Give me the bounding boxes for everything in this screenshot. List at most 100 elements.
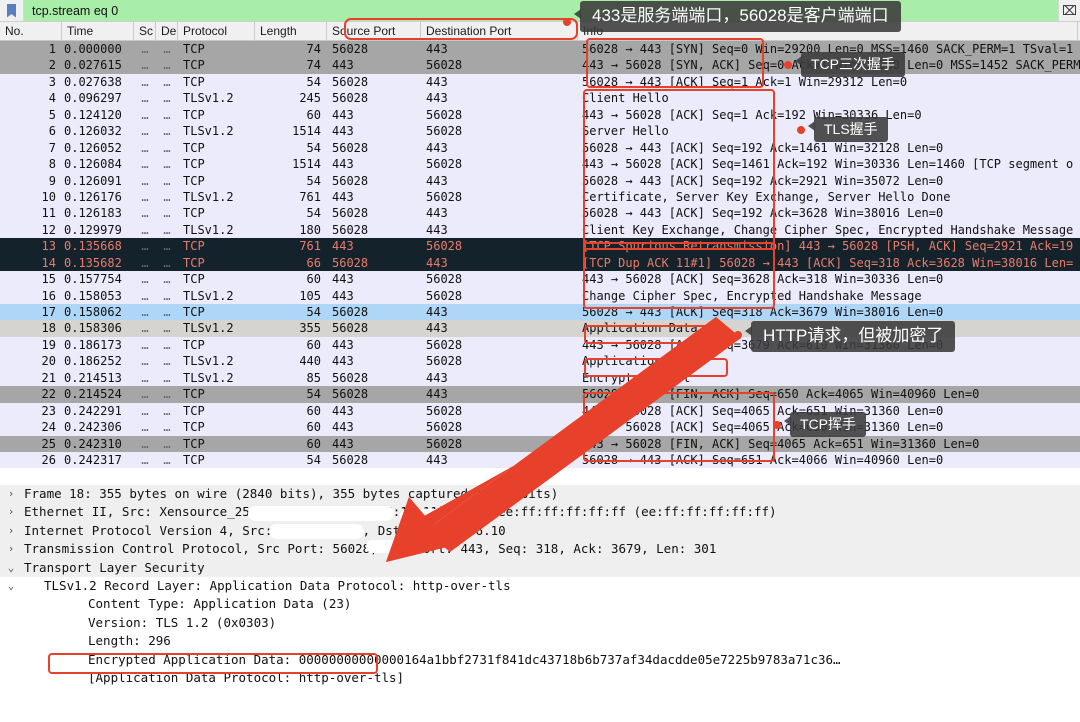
detail-tree-item[interactable]: › Frame 18: 355 bytes on wire (2840 bits)…	[0, 485, 1080, 504]
detail-tree-item[interactable]: Content Type: Application Data (23)	[0, 595, 1080, 613]
chevron-right-icon[interactable]: ›	[0, 540, 22, 558]
table-row[interactable]: 1 0.000000…… TCP 74 56028 443 56028 → 443 [SYN…	[0, 41, 1080, 58]
detail-tree-item[interactable]: [Application Data Protocol: http-over-tl…	[0, 669, 1080, 687]
detail-tree-item[interactable]: ⌄ TLSv1.2 Record Layer: Application Data …	[0, 577, 1080, 595]
packet-source-port: 56028	[332, 74, 369, 89]
detail-tree-label: Ethernet II, Src: Xensource_25:1f:11 (4a…	[24, 504, 777, 520]
packet-length: 85	[306, 370, 321, 385]
callout-ports-note: 433是服务端端口，56028是客户端端口	[580, 1, 901, 32]
column-header-time[interactable]: Time	[62, 22, 134, 41]
detail-tree-item[interactable]: Version: TLS 1.2 (0x0303)	[0, 614, 1080, 632]
table-row[interactable]: 2 0.027615…… TCP 74 443 56028 443 → 56028 [SYN…	[0, 57, 1080, 74]
chevron-right-icon[interactable]: ›	[0, 503, 22, 521]
table-row[interactable]: 21 0.214513 … … TLSv1.2 85 56028 443 Encrypted A…	[0, 369, 1080, 387]
packet-info: 56028 → 443 [ACK] Seq=192 Ack=3628 Win=3…	[582, 206, 944, 221]
column-header-source-port[interactable]: Source Port	[327, 22, 421, 41]
packet-source-port: 443	[332, 189, 354, 204]
packet-destination: …	[163, 222, 171, 237]
packet-details-pane[interactable]: › Frame 18: 355 bytes on wire (2840 bits)…	[0, 482, 1080, 722]
table-row[interactable]: 26 0.242317 … … TCP 54 56028 443 56028 → 443 [AC…	[0, 451, 1080, 469]
packet-time: 0.000000	[64, 42, 122, 56]
chevron-right-icon[interactable]: ›	[0, 485, 22, 503]
table-row[interactable]: 20 0.186252 … … TLSv1.2 440 443 56028 Applicatio…	[0, 353, 1080, 370]
packet-info: Client Hello	[582, 91, 669, 106]
detail-tree-item[interactable]: ⌄ Transport Layer Security	[0, 558, 1080, 577]
packet-source-port: 56028	[332, 91, 369, 106]
packet-time: 0.157754	[64, 272, 122, 287]
packet-protocol: TCP	[183, 452, 205, 467]
table-row[interactable]: 25 0.242310 … … TCP 60 443 56028 443 → 56028 [FI…	[0, 435, 1080, 452]
packet-source-port: 443	[332, 124, 354, 139]
column-header-no[interactable]: No.	[0, 22, 62, 41]
redaction-mask	[366, 540, 414, 553]
table-row[interactable]: 6 0.126032…… TLSv1.2 1514 443 56028 Server Hel…	[0, 123, 1080, 140]
table-row[interactable]: 22 0.214524 … … TCP 54 56028 443 56028 → 443 [FI…	[0, 386, 1080, 403]
packet-protocol: TCP	[183, 58, 205, 73]
packet-time: 0.186173	[64, 337, 122, 352]
table-row[interactable]: 23 0.242291…… TCP 60 443 56028 443 → 56028 [AC…	[0, 402, 1080, 420]
filter-bookmark-button[interactable]	[0, 0, 24, 21]
packet-time: 0.027638	[64, 74, 122, 89]
table-row[interactable]: 13 0.135668 … … TCP 761 443 56028 [TCP Spurious …	[0, 238, 1080, 255]
column-header-length[interactable]: Length	[255, 22, 327, 41]
column-header-destination[interactable]: De	[156, 22, 178, 41]
table-row[interactable]: 14 0.135682 … … TCP 66 56028 443 [TCP Dup ACK 11…	[0, 254, 1080, 272]
packet-destination-port: 443	[426, 206, 448, 221]
table-row[interactable]: 9 0.126091 … … TCP 54 56028 443 56028 → 443 [ACK…	[0, 172, 1080, 189]
packet-protocol: TCP	[183, 173, 205, 188]
packet-protocol: TLSv1.2	[183, 288, 234, 303]
table-row[interactable]: 12 0.129979 … … TLSv1.2 180 56028 443 Client Key…	[0, 221, 1080, 239]
table-row[interactable]: 24 0.242306…… TCP 60 443 56028 443 → 56028 [AC…	[0, 419, 1080, 436]
chevron-right-icon[interactable]: ›	[0, 522, 22, 540]
table-row[interactable]: 5 0.124120…… TCP 60 443 56028 443 → 56028 [ACK…	[0, 106, 1080, 124]
packet-length: 60	[306, 436, 321, 451]
close-icon[interactable]: ⌧	[1058, 0, 1080, 21]
packet-destination-port: 56028	[426, 157, 463, 172]
column-header-source[interactable]: Sc	[134, 22, 156, 41]
detail-tree-item[interactable]: Length: 296	[0, 632, 1080, 650]
packet-info: Encrypted Alert	[582, 370, 691, 385]
packet-time: 0.242306	[64, 420, 122, 435]
packet-destination-port: 56028	[426, 337, 463, 352]
detail-tree-label: Frame 18: 355 bytes on wire (2840 bits),…	[24, 486, 559, 501]
table-row[interactable]: 8 0.126084 … … TCP 1514 443 56028 443 → 56028 [A…	[0, 156, 1080, 173]
packet-list[interactable]: No. Time Sc De Protocol Length Source Po…	[0, 22, 1080, 480]
table-row[interactable]: 3 0.027638…… TCP 54 56028 443 56028 → 443 [ACK…	[0, 73, 1080, 91]
packet-no: 11	[41, 206, 56, 221]
table-row[interactable]: 11 0.126183 … … TCP 54 56028 443 56028 → 443 [AC…	[0, 205, 1080, 222]
detail-tree-item[interactable]: ›Ethernet II, Src: Xensource_25:1f:11 (4…	[0, 503, 1080, 522]
packet-info: [TCP Spurious Retransmission] 443 → 5602…	[582, 239, 1074, 254]
detail-tree-item[interactable]: › Internet Protocol Version 4, Src: 172.1…	[0, 521, 1080, 541]
packet-source-port: 56028	[332, 255, 369, 270]
chevron-down-icon[interactable]: ⌄	[0, 559, 22, 577]
detail-tree-item[interactable]: Encrypted Application Data: 000000000000…	[0, 651, 1080, 669]
packet-no: 16	[41, 288, 56, 303]
packet-destination-port: 56028	[426, 107, 463, 122]
packet-info: 56028 → 443 [ACK] Seq=192 Ack=1461 Win=3…	[582, 140, 944, 155]
packet-destination: …	[163, 124, 171, 139]
packet-destination: …	[163, 157, 171, 172]
table-row[interactable]: 16 0.158053 … … TLSv1.2 105 443 56028 Change Cip…	[0, 287, 1080, 304]
packet-destination-port: 56028	[426, 58, 463, 73]
table-row[interactable]: 15 0.157754 … … TCP 60 443 56028 443 → 56028 [AC…	[0, 271, 1080, 288]
table-row[interactable]: 4 0.096297 … … TLSv1.2 245 56028 443 Client Hell…	[0, 90, 1080, 107]
table-row[interactable]: 7 0.126052 … … TCP 54 56028 443 56028 → 443 [ACK…	[0, 139, 1080, 157]
packet-source: …	[141, 354, 149, 369]
detail-tree-item[interactable]: › Transmission Control Protocol, Src Port…	[0, 540, 1080, 559]
chevron-down-icon[interactable]: ⌄	[0, 577, 22, 595]
packet-source-port: 443	[332, 337, 354, 352]
table-row[interactable]: 10 0.126176 … … TLSv1.2 761 443 56028 Certificat…	[0, 188, 1080, 206]
column-header-protocol[interactable]: Protocol	[178, 22, 255, 41]
packet-source: …	[141, 272, 149, 287]
display-filter-input[interactable]: tcp.stream eq 0	[24, 0, 1058, 21]
packet-source: …	[141, 58, 149, 73]
table-row[interactable]: 17 0.158062 … … TCP 54 56028 443 56028 → 443 [AC…	[0, 304, 1080, 321]
packet-time: 0.126183	[64, 206, 122, 221]
scrollbar-thumb[interactable]	[531, 474, 549, 479]
packet-source: …	[141, 305, 149, 319]
packet-source: …	[141, 74, 149, 89]
packet-time: 0.135682	[64, 255, 122, 270]
packet-list-hscrollbar[interactable]	[0, 473, 1080, 480]
column-header-destination-port[interactable]: Destination Port	[421, 22, 578, 41]
wireshark-window: tcp.stream eq 0 ⌧ No. Time Sc De Protoco…	[0, 0, 1080, 722]
